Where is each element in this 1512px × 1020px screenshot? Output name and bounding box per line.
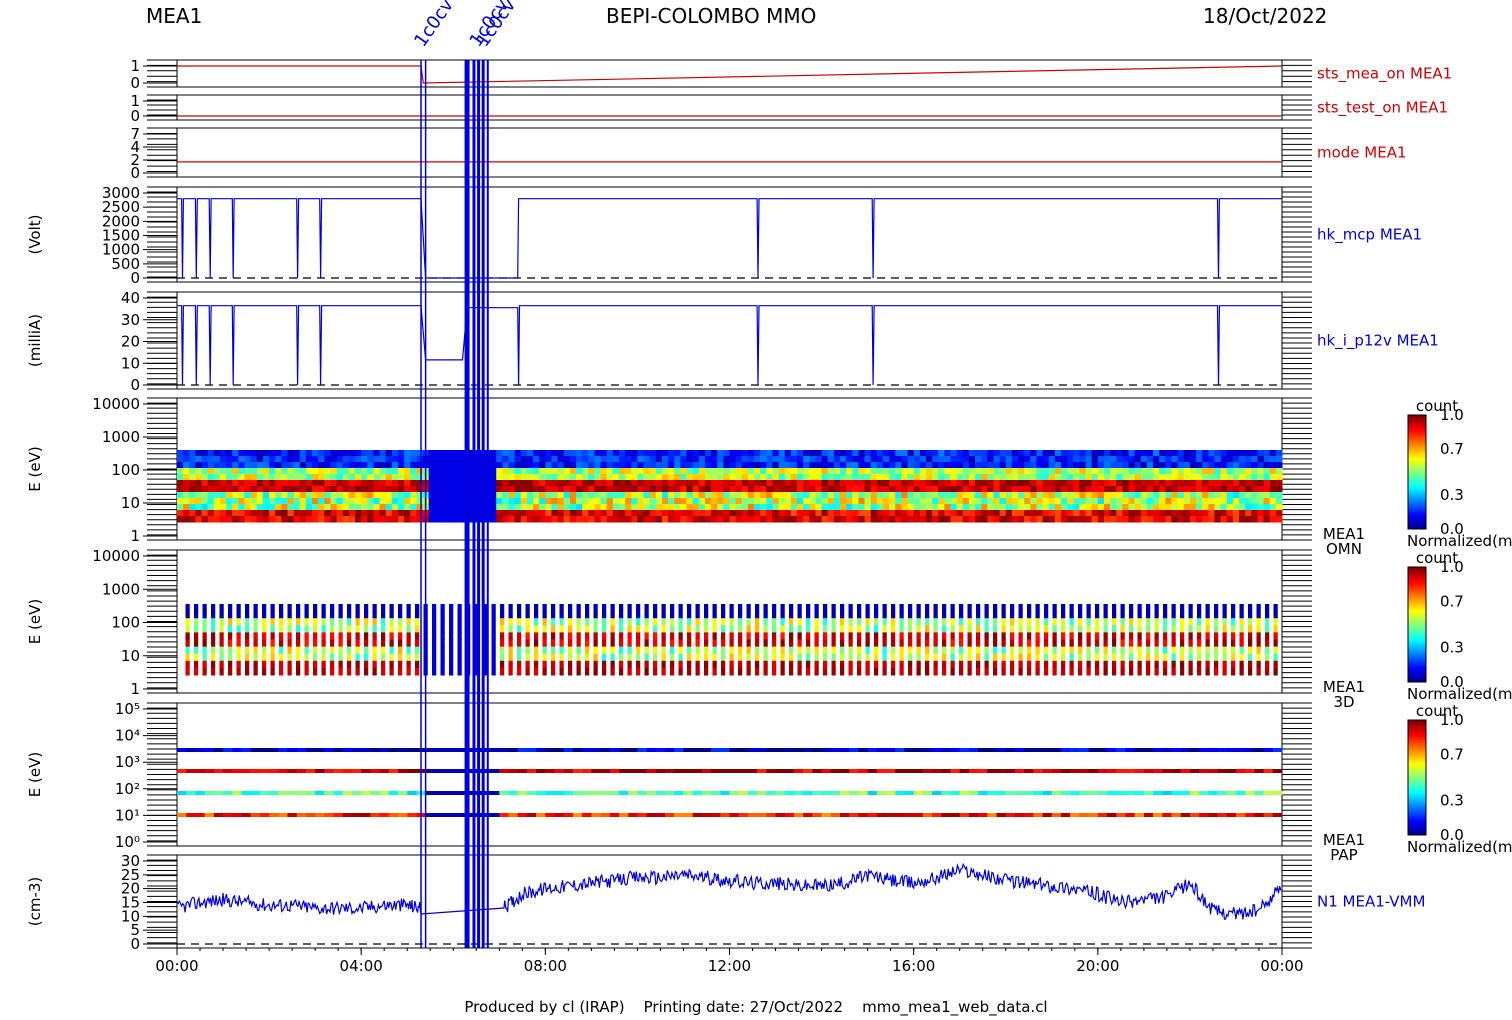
- series-label: hk_mcp MEA1: [1317, 226, 1422, 245]
- panel-5: 40 30 20 10 0 (milliA) hk_i_p12v MEA1: [26, 289, 1439, 394]
- y-axis-label: E (eV): [26, 446, 44, 491]
- panel-8: 10⁵10⁴10³10²10¹10⁰E (eV)MEA1PAPcount1.00…: [26, 700, 1512, 864]
- y-tick-label: 100: [111, 461, 140, 479]
- panel-frame: [176, 127, 1283, 178]
- multi-panel-plot: 10sts_mea_on MEA110 sts_test_on MEA17420m…: [26, 0, 1512, 975]
- colorbar-tick-label: 1.0: [1440, 711, 1464, 729]
- panel-frame: [176, 702, 1283, 847]
- panel-1: 10 sts_mea_on MEA1: [130, 57, 1452, 92]
- y-tick-label: 0: [130, 164, 140, 182]
- x-tick-label: 20:00: [1076, 957, 1119, 975]
- panel-frame: [176, 59, 1283, 88]
- footer-text: Produced by cl (IRAP) Printing date: 27/…: [464, 998, 1048, 1016]
- y-tick-label: 0: [130, 935, 140, 953]
- heatmap-cells: [185, 604, 1278, 676]
- colorbar-tick-label: 0.3: [1440, 639, 1464, 657]
- y-tick-label: 10¹: [115, 806, 140, 824]
- series-label: 3D: [1333, 693, 1354, 711]
- panel-3: 7420mode MEA1: [130, 125, 1406, 182]
- x-tick-label: 08:00: [524, 957, 567, 975]
- y-tick-label: 10²: [115, 780, 140, 798]
- series-label: sts_test_on MEA1: [1317, 99, 1448, 118]
- y-tick-label: 30: [121, 311, 140, 329]
- panel-frame: [176, 186, 1283, 283]
- colorbar-tick-label: 1.0: [1440, 406, 1464, 424]
- y-tick-label: 40: [121, 289, 140, 307]
- x-tick-label: 12:00: [708, 957, 751, 975]
- x-axis: 00:00 04:00 08:00 12:00 16:00 20:00 00:00: [155, 948, 1304, 975]
- series-line: [177, 65, 1283, 84]
- y-tick-label: 10⁰: [115, 833, 140, 851]
- series-label: PAP: [1330, 846, 1357, 864]
- colorbar: count1.00.70.30.0Normalized(m: [1407, 397, 1512, 550]
- colorbar-tick-label: 0.7: [1440, 440, 1464, 458]
- event-label: 1c0cv: [410, 0, 458, 51]
- series-line: [177, 198, 1282, 279]
- y-tick-label: 1: [130, 527, 140, 545]
- y-tick-label: 10⁴: [115, 727, 140, 745]
- colorbar-tick-label: 0.3: [1440, 792, 1464, 810]
- series-label: mode MEA1: [1317, 144, 1407, 162]
- colorbar-tick-label: 0.7: [1440, 746, 1464, 764]
- colorbar-tick-label: 0.3: [1440, 486, 1464, 504]
- colorbar-unit: Normalized(m: [1407, 532, 1512, 550]
- colorbar-unit: Normalized(m: [1407, 838, 1512, 856]
- panel-frame: [176, 854, 1283, 949]
- y-tick-label: 1000: [102, 580, 140, 598]
- panel-6: 100001000100101E (eV)MEA1OMNcount1.00.70…: [26, 395, 1512, 558]
- y-axis-label: E (eV): [26, 599, 44, 644]
- series-line: [177, 305, 1282, 386]
- series-line: [176, 862, 1282, 920]
- y-tick-label: 0: [130, 107, 140, 125]
- y-tick-label: 0: [130, 74, 140, 92]
- x-tick-label: 16:00: [892, 957, 935, 975]
- y-tick-label: 10000: [92, 547, 140, 565]
- heatmap-cells: [177, 450, 1283, 523]
- colorbar: count1.00.70.30.0Normalized(m: [1407, 702, 1512, 856]
- panel-frame: [176, 291, 1283, 390]
- panel-7: 100001000100101E (eV)MEA13Dcount1.00.70.…: [26, 547, 1512, 711]
- series-label: hk_i_p12v MEA1: [1317, 332, 1439, 351]
- colorbar-tick-label: 0.7: [1440, 593, 1464, 611]
- x-tick-label: 00:00: [155, 957, 198, 975]
- y-tick-label: 100: [111, 614, 140, 632]
- y-tick-label: 10: [121, 354, 140, 372]
- y-tick-label: 1: [130, 680, 140, 698]
- colorbar-tick-label: 1.0: [1440, 558, 1464, 576]
- series-label: OMN: [1326, 540, 1362, 558]
- panel-9: 302520151050(cm-3) N1 MEA1-VMM: [26, 852, 1425, 953]
- y-tick-label: 1000: [102, 428, 140, 446]
- y-tick-label: 10³: [115, 753, 140, 771]
- y-axis-label: E (eV): [26, 752, 44, 797]
- panel-2: 10 sts_test_on MEA1: [130, 92, 1448, 125]
- colorbar: count1.00.70.30.0Normalized(m: [1407, 549, 1512, 703]
- y-tick-label: 10⁵: [115, 700, 140, 718]
- y-tick-label: 10: [121, 494, 140, 512]
- x-tick-label: 04:00: [340, 957, 383, 975]
- y-tick-label: 0: [130, 269, 140, 287]
- y-tick-label: 20: [121, 333, 140, 351]
- series-label: N1 MEA1-VMM: [1317, 893, 1425, 911]
- y-axis-label: (milliA): [26, 314, 44, 367]
- y-axis-label: (Volt): [26, 214, 44, 254]
- heatmap-cells: [177, 748, 1283, 817]
- y-axis-label: (cm-3): [26, 877, 44, 927]
- series-label: sts_mea_on MEA1: [1317, 65, 1452, 84]
- y-tick-label: 0: [130, 376, 140, 394]
- y-tick-label: 1: [130, 57, 140, 75]
- panel-4: 300025002000150010005000(Volt) hk_mcp MEA…: [26, 184, 1422, 287]
- colorbar-unit: Normalized(m: [1407, 685, 1512, 703]
- y-tick-label: 10: [121, 647, 140, 665]
- y-tick-label: 10000: [92, 395, 140, 413]
- x-tick-label: 00:00: [1260, 957, 1303, 975]
